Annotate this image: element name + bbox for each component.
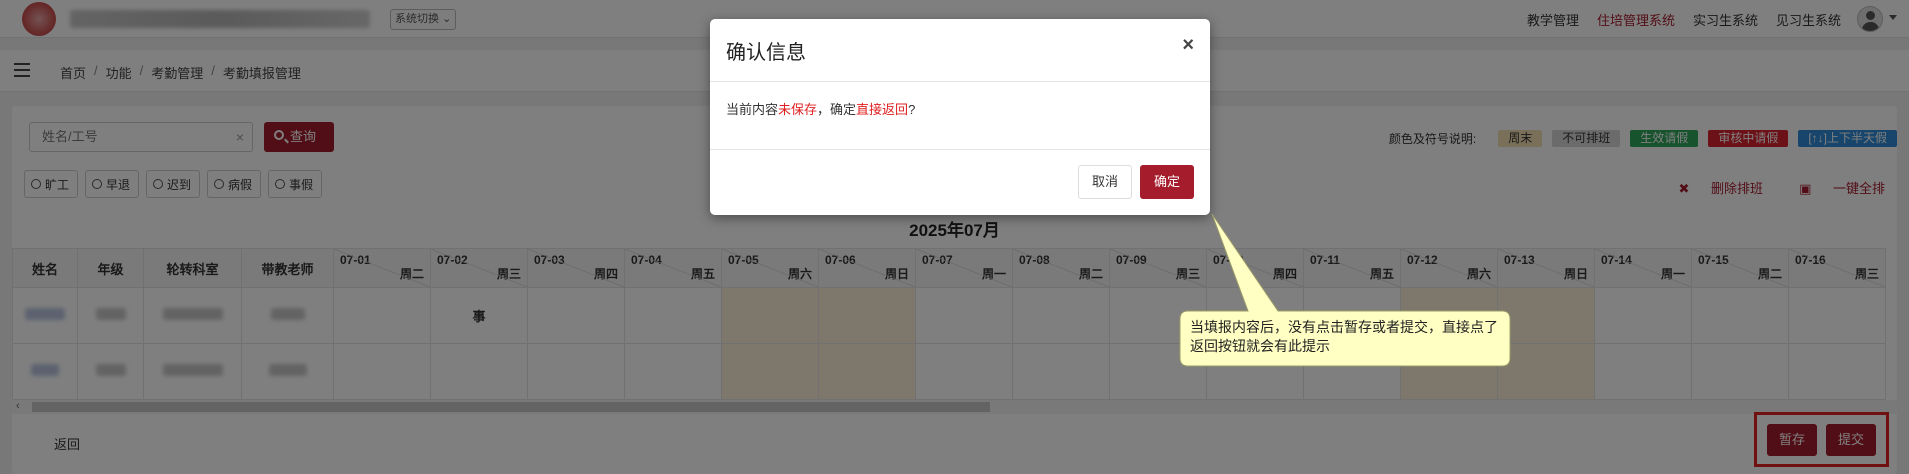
dialog-divider [710,149,1210,150]
message-prefix: 当前内容 [726,102,779,117]
callout-text: 当填报内容后，没有点击暂存或者提交，直接点了返回按钮就会有此提示 [1190,319,1498,354]
confirm-dialog: 确认信息 × 当前内容未保存，确定直接返回? 取消 确定 [710,19,1210,215]
message-mid: ，确定 [817,102,857,117]
close-icon[interactable]: × [1182,34,1194,57]
message-suffix: ? [908,102,916,117]
cancel-button[interactable]: 取消 [1078,165,1132,199]
message-unsaved: 未保存 [778,102,818,117]
confirm-button[interactable]: 确定 [1140,165,1194,199]
dialog-title: 确认信息 [726,42,806,64]
dialog-divider [710,81,1210,82]
message-return: 直接返回 [856,102,909,117]
dialog-message: 当前内容未保存，确定直接返回? [726,99,915,118]
